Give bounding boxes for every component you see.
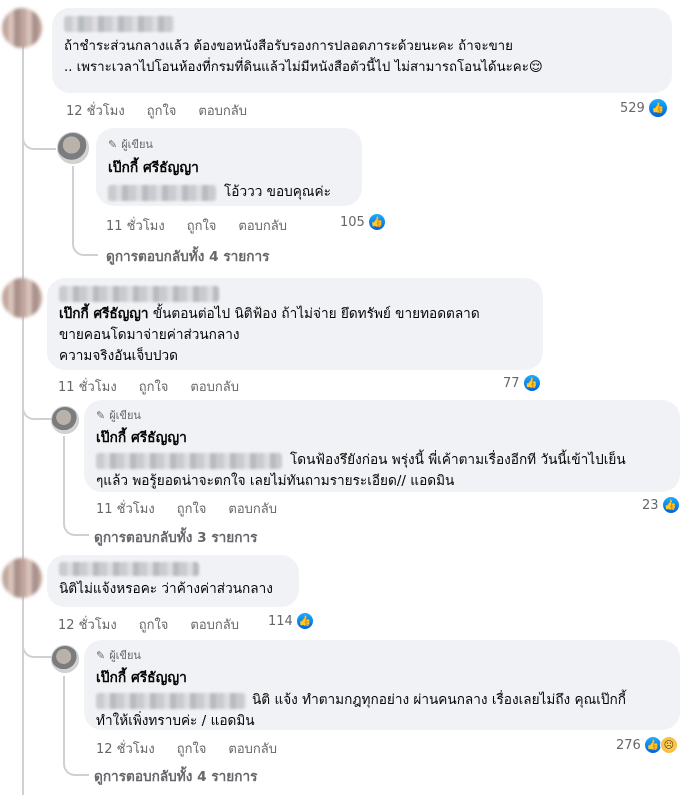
thread-connector — [22, 392, 52, 420]
thumbs-up-icon: 👍 — [661, 496, 680, 514]
comment-text: เป๊กกี้ ศรีธัญญา ขั้นตอนต่อไป นิติฟ้อง ถ… — [59, 306, 480, 322]
commenter-name[interactable] — [59, 286, 219, 302]
reply-button[interactable]: ตอบกลับ — [228, 738, 277, 759]
pen-icon: ✎ — [96, 408, 106, 422]
reply-text: โดนฟ้องรึยังก่อน พรุ่งนี้ พี่เค้าตามเรื่… — [290, 452, 626, 468]
pen-icon: ✎ — [108, 137, 118, 151]
author-avatar[interactable] — [51, 406, 79, 434]
thread-connector — [63, 516, 89, 536]
reply-button[interactable]: ตอบกลับ — [190, 376, 239, 397]
reply-author-name[interactable]: เป๊กกี้ ศรีธัญญา — [96, 667, 668, 689]
reply-button[interactable]: ตอบกลับ — [198, 100, 247, 121]
thread-connector — [22, 632, 52, 658]
reaction-count[interactable]: 105 👍 — [340, 213, 386, 231]
like-button[interactable]: ถูกใจ — [139, 376, 169, 397]
like-button[interactable]: ถูกใจ — [177, 498, 207, 519]
reply-button[interactable]: ตอบกลับ — [238, 215, 287, 236]
timestamp[interactable]: 12 ชั่วโมง — [96, 738, 155, 759]
timestamp[interactable]: 12 ชั่วโมง — [58, 614, 117, 635]
like-button[interactable]: ถูกใจ — [147, 100, 177, 121]
view-more-replies[interactable]: ดูการตอบกลับทั้ง 4 รายการ — [106, 245, 269, 267]
author-avatar[interactable] — [57, 132, 89, 164]
view-more-replies[interactable]: ดูการตอบกลับทั้ง 4 รายการ — [94, 765, 257, 787]
like-button[interactable]: ถูกใจ — [177, 738, 207, 759]
comment-bubble: ถ้าชำระส่วนกลางแล้ว ต้องขอหนังสือรับรองก… — [52, 8, 672, 93]
timestamp[interactable]: 11 ชั่วโมง — [106, 215, 165, 236]
reply-bubble: ✎ ผู้เขียน เป๊กกี้ ศรีธัญญา โอ้ววว ขอบคุณ… — [96, 128, 362, 206]
reply-actions: 12 ชั่วโมง ถูกใจ ตอบกลับ — [96, 738, 277, 759]
author-badge: ✎ ผู้เขียน — [96, 648, 141, 663]
comment-actions: 11 ชั่วโมง ถูกใจ ตอบกลับ — [58, 376, 239, 397]
author-avatar[interactable] — [51, 645, 79, 673]
reply-text-cont: ๆแล้ว พอรู้ยอดน่าจะตกใจ เลยไม่ทันถามรายร… — [96, 473, 455, 489]
reply-text: โอ้ววว ขอบคุณค่ะ — [224, 184, 331, 200]
comment-text: ถ้าชำระส่วนกลางแล้ว ต้องขอหนังสือรับรองก… — [64, 39, 543, 75]
mentioned-name[interactable] — [96, 452, 282, 469]
thumbs-up-icon: 👍 — [295, 612, 314, 630]
thumbs-up-icon: 👍 — [522, 374, 541, 392]
thread-connector — [22, 120, 56, 150]
comment-text-cont: ขายคอนโดมาจ่ายค่าส่วนกลาง ความจริงอันเจ็… — [59, 327, 240, 364]
timestamp[interactable]: 11 ชั่วโมง — [96, 498, 155, 519]
sad-face-icon: ☹ — [659, 736, 678, 754]
reaction-count[interactable]: 276 👍 ☹ — [616, 736, 678, 754]
thread-line — [22, 40, 24, 795]
comment-text: นิติไม่แจ้งหรอคะ ว่าค้างค่าส่วนกลาง — [59, 581, 273, 597]
thread-line — [63, 436, 65, 522]
commenter-name[interactable] — [59, 562, 199, 576]
reaction-count[interactable]: 114 👍 — [268, 612, 314, 630]
thumbs-up-icon: 👍 — [647, 98, 668, 118]
comment-actions: 12 ชั่วโมง ถูกใจ ตอบกลับ — [58, 614, 239, 635]
mentioned-name[interactable] — [96, 692, 246, 709]
comment-bubble: เป๊กกี้ ศรีธัญญา ขั้นตอนต่อไป นิติฟ้อง ถ… — [47, 278, 543, 370]
reaction-count[interactable]: 529 👍 — [620, 98, 668, 118]
mentioned-name[interactable] — [108, 184, 216, 201]
like-button[interactable]: ถูกใจ — [187, 215, 217, 236]
comment-bubble: นิติไม่แจ้งหรอคะ ว่าค้างค่าส่วนกลาง — [47, 555, 299, 607]
thread-line — [72, 166, 74, 242]
timestamp[interactable]: 12 ชั่วโมง — [66, 100, 125, 121]
reply-text-cont: ทำให้เพิ่งทราบค่ะ / แอดมิน — [96, 713, 255, 729]
thread-line — [63, 676, 65, 760]
reaction-count[interactable]: 23 👍 — [642, 496, 680, 514]
avatar[interactable] — [2, 8, 42, 48]
reply-text: นิติ แจ้ง ทำตามกฎทุกอย่าง ผ่านคนกลาง เรื… — [252, 692, 626, 708]
avatar[interactable] — [2, 278, 42, 318]
reaction-count[interactable]: 77 👍 — [503, 374, 541, 392]
reply-button[interactable]: ตอบกลับ — [190, 614, 239, 635]
avatar[interactable] — [2, 558, 42, 598]
reply-bubble: ✎ ผู้เขียน เป๊กกี้ ศรีธัญญา นิติ แจ้ง ทำต… — [84, 640, 680, 730]
mention-link[interactable]: เป๊กกี้ ศรีธัญญา — [59, 306, 149, 322]
timestamp[interactable]: 11 ชั่วโมง — [58, 376, 117, 397]
pen-icon: ✎ — [96, 648, 106, 662]
view-more-replies[interactable]: ดูการตอบกลับทั้ง 3 รายการ — [94, 526, 257, 548]
reply-bubble: ✎ ผู้เขียน เป๊กกี้ ศรีธัญญา โดนฟ้องรึยังก… — [84, 400, 680, 492]
comment-actions: 12 ชั่วโมง ถูกใจ ตอบกลับ — [66, 100, 247, 121]
reply-button[interactable]: ตอบกลับ — [228, 498, 277, 519]
reply-author-name[interactable]: เป๊กกี้ ศรีธัญญา — [108, 157, 350, 179]
thread-connector — [63, 756, 89, 776]
author-badge: ✎ ผู้เขียน — [96, 408, 141, 423]
like-button[interactable]: ถูกใจ — [139, 614, 169, 635]
thread-connector — [72, 236, 98, 256]
commenter-name[interactable] — [64, 16, 174, 32]
reply-author-name[interactable]: เป๊กกี้ ศรีธัญญา — [96, 427, 668, 449]
reply-actions: 11 ชั่วโมง ถูกใจ ตอบกลับ — [106, 215, 287, 236]
reply-actions: 11 ชั่วโมง ถูกใจ ตอบกลับ — [96, 498, 277, 519]
author-badge: ✎ ผู้เขียน — [108, 137, 153, 152]
thumbs-up-icon: 👍 — [367, 213, 386, 231]
